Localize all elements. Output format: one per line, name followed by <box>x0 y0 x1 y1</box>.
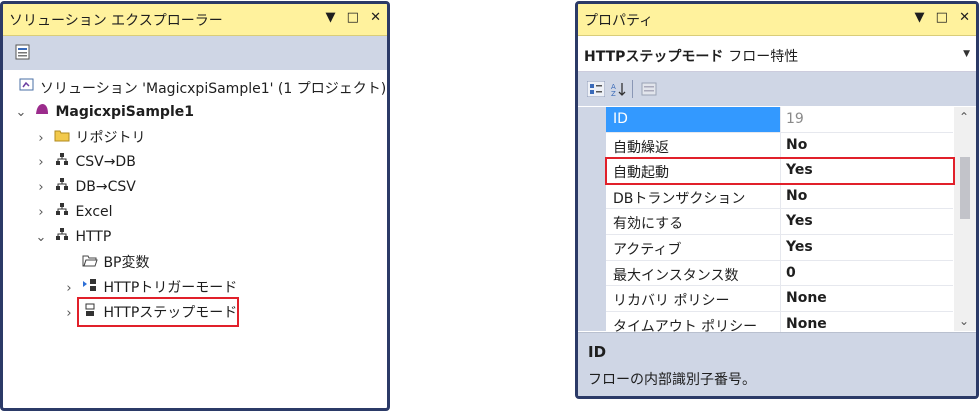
flow-icon <box>53 227 71 245</box>
flow-icon <box>53 177 71 195</box>
trigger-flow-icon <box>81 278 99 296</box>
chevron-right-icon[interactable]: › <box>61 306 77 321</box>
tree-item-db-csv[interactable]: › DB→CSV <box>33 177 136 201</box>
solution-explorer-panel: ソリューション エクスプローラー ▼ □ ✕ ソリューション 'Magicxpi… <box>0 1 390 411</box>
property-value[interactable]: None <box>786 316 827 332</box>
properties-panel: プロパティ ▼ □ ✕ HTTPステップモード フロー特性 ▼ A Z ID 1… <box>575 1 979 399</box>
properties-titlebar: プロパティ ▼ □ ✕ <box>578 4 976 36</box>
property-name: リカバリ ポリシー <box>613 293 730 310</box>
tree-item-label: HTTPトリガーモード <box>103 280 238 296</box>
close-button[interactable]: ✕ <box>370 10 381 25</box>
property-row-active[interactable]: アクティブ Yes <box>606 235 953 261</box>
properties-title: プロパティ <box>584 13 654 29</box>
chevron-right-icon[interactable]: › <box>61 281 77 296</box>
property-row-auto-repeat[interactable]: 自動繰返 No <box>606 132 953 159</box>
selected-object-type: フロー特性 <box>728 49 799 65</box>
property-row-recovery-policy[interactable]: リカバリ ポリシー None <box>606 286 953 312</box>
maximize-button[interactable]: □ <box>347 10 359 25</box>
property-row-max-instances[interactable]: 最大インスタンス数 0 <box>606 260 953 287</box>
open-folder-icon <box>81 254 99 271</box>
flow-icon <box>53 202 71 220</box>
chevron-down-icon[interactable]: ⌄ <box>13 105 29 120</box>
description-title: ID <box>588 343 607 361</box>
solution-explorer-titlebar: ソリューション エクスプローラー ▼ □ ✕ <box>3 4 387 36</box>
tree-item-label: CSV→DB <box>75 154 136 170</box>
solution-label: ソリューション 'MagicxpiSample1' (1 プロジェクト) <box>40 81 387 97</box>
toolbar-separator <box>632 80 633 98</box>
tree-item-bp-variables[interactable]: BP変数 <box>61 252 150 276</box>
property-value[interactable]: None <box>786 290 827 306</box>
flow-icon <box>53 152 71 170</box>
chevron-right-icon[interactable]: › <box>33 131 49 146</box>
description-pane: ID フローの内部識別子番号。 <box>578 332 976 396</box>
tree-item-label: リポジトリ <box>75 130 146 146</box>
selected-object-name: HTTPステップモード <box>584 49 724 65</box>
property-value[interactable]: 0 <box>786 265 796 281</box>
property-name: アクティブ <box>613 242 682 258</box>
tree-item-label: BP変数 <box>103 255 150 271</box>
alphabetical-sort-icon[interactable]: A Z <box>610 81 628 97</box>
property-name: 最大インスタンス数 <box>613 267 739 284</box>
scroll-down-icon[interactable]: ⌄ <box>959 314 969 328</box>
property-value[interactable]: 19 <box>786 111 804 127</box>
tree-item-label: DB→CSV <box>75 179 136 195</box>
solution-icon <box>18 77 36 97</box>
property-row-enable[interactable]: 有効にする Yes <box>606 209 953 235</box>
window-position-dropdown[interactable]: ▼ <box>915 10 925 25</box>
tree-item-label: HTTP <box>75 229 112 245</box>
close-button[interactable]: ✕ <box>959 10 970 25</box>
grid-gutter <box>578 107 606 331</box>
property-grid: ID 19 自動繰返 No 自動起動 Yes DBトランザクション No 有効に… <box>578 107 976 338</box>
project-icon <box>33 102 51 120</box>
property-name: 自動繰返 <box>613 139 669 156</box>
property-name: 有効にする <box>613 216 684 233</box>
property-name: ID <box>613 111 628 127</box>
maximize-button[interactable]: □ <box>936 10 948 25</box>
tree-item-label: Excel <box>75 204 113 220</box>
highlight-box <box>77 297 239 327</box>
chevron-down-icon[interactable]: ⌄ <box>33 230 49 245</box>
chevron-right-icon[interactable]: › <box>33 155 49 170</box>
project-label: MagicxpiSample1 <box>55 104 194 120</box>
selection-highlight <box>606 107 780 132</box>
property-value[interactable]: No <box>786 137 807 153</box>
scroll-up-icon[interactable]: ⌃ <box>959 110 969 124</box>
property-name: DBトランザクション <box>613 190 746 207</box>
svg-text:Z: Z <box>611 90 616 97</box>
categorized-view-icon[interactable] <box>587 81 605 97</box>
tree-item-csv-db[interactable]: › CSV→DB <box>33 152 136 176</box>
tree-item-http[interactable]: ⌄ HTTP <box>33 227 111 251</box>
property-value[interactable]: Yes <box>786 239 813 255</box>
properties-toolbar: A Z <box>578 72 976 106</box>
highlight-box <box>605 157 955 185</box>
tree-item-excel[interactable]: › Excel <box>33 202 113 226</box>
property-value[interactable]: No <box>786 188 807 204</box>
vertical-scrollbar[interactable]: ⌃ ⌄ <box>954 107 976 331</box>
tree-project-node[interactable]: ⌄ MagicxpiSample1 <box>13 102 194 126</box>
solution-explorer-toolbar <box>3 36 387 70</box>
chevron-right-icon[interactable]: › <box>33 205 49 220</box>
solution-explorer-title: ソリューション エクスプローラー <box>9 13 223 29</box>
property-pages-icon[interactable] <box>640 81 658 97</box>
chevron-right-icon[interactable]: › <box>33 180 49 195</box>
object-selector[interactable]: HTTPステップモード フロー特性 ▼ <box>578 36 976 72</box>
property-row-id[interactable]: ID 19 <box>606 107 953 133</box>
description-text: フローの内部識別子番号。 <box>588 372 756 388</box>
scrollbar-thumb[interactable] <box>960 157 970 219</box>
dropdown-arrow-icon[interactable]: ▼ <box>963 49 970 59</box>
tree-item-repository[interactable]: › リポジトリ <box>33 127 145 151</box>
tree-solution-node[interactable]: ソリューション 'MagicxpiSample1' (1 プロジェクト) <box>18 77 386 101</box>
window-position-dropdown[interactable]: ▼ <box>326 10 336 25</box>
folder-icon <box>53 129 71 146</box>
properties-page-icon[interactable] <box>14 44 32 60</box>
property-row-db-transaction[interactable]: DBトランザクション No <box>606 183 953 210</box>
property-value[interactable]: Yes <box>786 213 813 229</box>
